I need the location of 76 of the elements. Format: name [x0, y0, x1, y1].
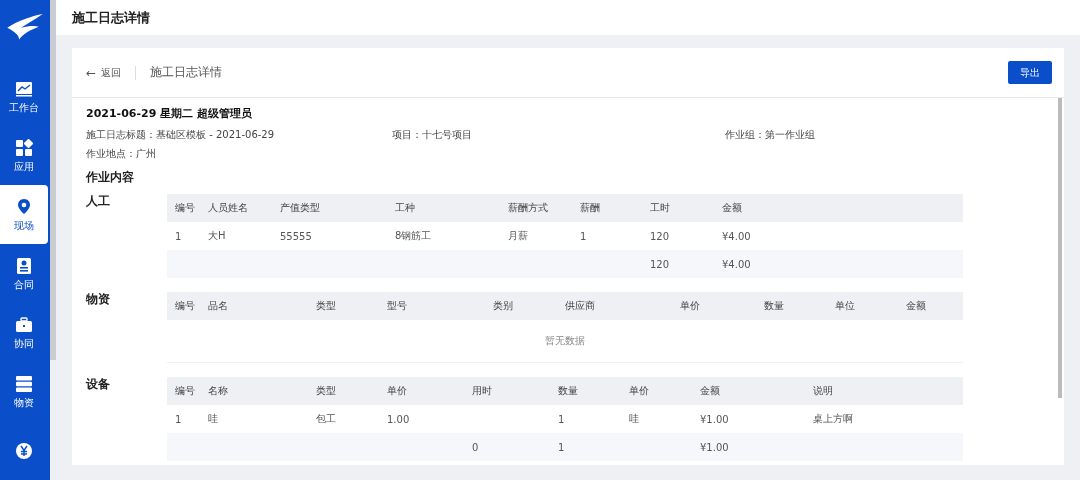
- table-cell: ¥4.00: [722, 258, 751, 270]
- column-header: 产值类型: [280, 201, 321, 215]
- column-header: 薪酬方式: [508, 201, 549, 215]
- sidebar-item[interactable]: 工作台: [0, 67, 48, 127]
- table-cell: 8钢筋工: [395, 230, 432, 241]
- table-cell: 1: [175, 413, 182, 425]
- table-cell: 120: [650, 258, 670, 270]
- table-cell: 55555: [280, 230, 312, 242]
- table-cell: 哇: [208, 413, 218, 424]
- sidebar-item[interactable]: 协同: [0, 303, 48, 363]
- log-heading: 2021-06-29 星期二 超级管理员: [86, 107, 254, 121]
- table-cell: 1: [175, 230, 182, 242]
- column-header: 金额: [722, 201, 743, 215]
- table-cell: ¥1.00: [700, 441, 729, 453]
- briefcase-icon: [15, 315, 33, 334]
- id-card-icon: [15, 256, 33, 275]
- location-pin-icon: [15, 197, 33, 216]
- export-button[interactable]: 导出: [1008, 61, 1052, 84]
- column-header: 人员姓名: [208, 201, 249, 215]
- empty-message: 暂无数据: [545, 334, 585, 348]
- column-header: 用时: [472, 384, 493, 398]
- column-header: 型号: [387, 299, 408, 313]
- column-header: 供应商: [565, 299, 596, 313]
- column-header: 品名: [208, 299, 229, 313]
- back-link[interactable]: ← 返回: [86, 65, 122, 80]
- section-heading: 物资: [86, 292, 111, 308]
- table-cell: ¥1.00: [700, 413, 729, 425]
- sidebar-item[interactable]: 物资: [0, 362, 48, 422]
- column-header: 说明: [813, 384, 834, 398]
- table-cell: 1.00: [387, 413, 410, 425]
- column-header: 单价: [629, 384, 650, 398]
- table-cell: 哇: [629, 413, 639, 424]
- table-cell: 大H: [208, 230, 226, 241]
- info-field: 施工日志标题：基础区模板 - 2021-06-29: [86, 129, 392, 141]
- column-header: 工种: [395, 201, 416, 215]
- column-header: 编号: [175, 201, 196, 215]
- column-header: 数量: [764, 299, 785, 313]
- info-field: 作业组：第一作业组: [725, 129, 1050, 141]
- apps-icon: [15, 138, 33, 157]
- column-header: 编号: [175, 299, 196, 313]
- column-header: 类别: [493, 299, 514, 313]
- section-title: 作业内容: [86, 170, 135, 184]
- column-header: 类型: [316, 384, 337, 398]
- sidebar-item[interactable]: 合同: [0, 244, 48, 304]
- column-header: 金额: [906, 299, 927, 313]
- table-cell: 桌上方啊: [813, 413, 853, 424]
- sidebar-item[interactable]: 现场: [0, 185, 48, 245]
- column-header: 数量: [558, 384, 579, 398]
- sidebar-item[interactable]: 应用: [0, 126, 48, 186]
- back-arrow-icon: ←: [86, 65, 97, 80]
- table-cell: 1: [580, 230, 587, 242]
- table-cell: 月薪: [508, 230, 528, 241]
- table-cell: 包工: [316, 413, 336, 424]
- column-header: 工时: [650, 201, 671, 215]
- section-heading: 设备: [86, 377, 111, 393]
- chart-icon: [15, 79, 33, 98]
- column-header: 薪酬: [580, 201, 601, 215]
- yen-icon: [15, 441, 33, 460]
- page-title: 施工日志详情: [72, 8, 150, 27]
- table-cell: 1: [558, 441, 565, 453]
- server-stack-icon: [15, 374, 33, 393]
- table-cell: ¥4.00: [722, 230, 751, 242]
- table-cell: 120: [650, 230, 670, 242]
- table-cell: 0: [472, 441, 479, 453]
- card-title: 施工日志详情: [150, 64, 223, 81]
- column-header: 单价: [680, 299, 701, 313]
- section-heading: 人工: [86, 194, 111, 210]
- column-header: 类型: [316, 299, 337, 313]
- column-header: 金额: [700, 384, 721, 398]
- column-header: 单价: [387, 384, 408, 398]
- column-header: 单位: [835, 299, 856, 313]
- info-field: 项目：十七号项目: [392, 129, 725, 141]
- column-header: 名称: [208, 384, 229, 398]
- table-cell: 1: [558, 413, 565, 425]
- info-field: 作业地点：广州: [86, 148, 392, 160]
- column-header: 编号: [175, 384, 196, 398]
